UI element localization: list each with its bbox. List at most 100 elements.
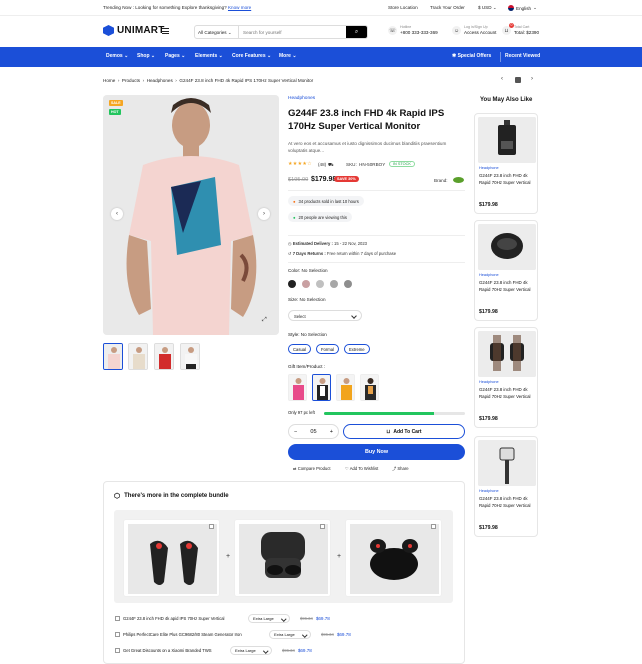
plus-button[interactable]: +: [330, 429, 333, 435]
track-order-link[interactable]: Track Your Order: [430, 5, 465, 10]
prev-product-icon[interactable]: ‹: [501, 76, 503, 82]
gift-item-2[interactable]: [312, 374, 331, 401]
recommended-card-4[interactable]: Headphone G244F 23.8 inch FHD 4k Rapid 7…: [474, 436, 538, 537]
product-category[interactable]: Headphones: [288, 96, 315, 101]
recommended-card-2[interactable]: Headphone G244F 23.8 inch FHD 4k Rapid 7…: [474, 220, 538, 321]
bundle-item-checkbox[interactable]: [431, 524, 436, 529]
buy-now-button[interactable]: Buy Now: [288, 444, 465, 460]
thumb-image: [104, 344, 122, 369]
style-casual-button[interactable]: Casual: [288, 344, 312, 354]
thumbnail-1[interactable]: [103, 343, 123, 370]
grid-icon[interactable]: [515, 77, 521, 83]
fire-icon: ●: [293, 198, 296, 204]
bundle-row-checkbox[interactable]: [115, 647, 120, 653]
add-to-cart-label: Add To Cart: [393, 428, 422, 435]
nav-item-demos[interactable]: Demos ⌄: [106, 53, 128, 59]
size-select[interactable]: Select: [288, 310, 362, 321]
add-to-cart-button[interactable]: ⊔ Add To Cart: [343, 424, 465, 439]
recommended-card-3[interactable]: Headphone G244F 23.8 inch FHD 4k Rapid 7…: [474, 327, 538, 428]
nav-item-more[interactable]: More ⌄: [279, 53, 297, 59]
breadcrumb-headphones[interactable]: Headphones: [147, 78, 173, 83]
sold-badge: ● 34 products sold in last 10 hours: [288, 196, 364, 206]
bundle-item-1[interactable]: [123, 519, 220, 597]
language-select[interactable]: English ⌄: [508, 5, 537, 11]
bundle-title-text: There's more in the complete bundle: [124, 493, 229, 499]
minus-button[interactable]: −: [294, 429, 297, 435]
bundle-row-new-price: $69.78: [336, 631, 351, 637]
next-product-icon[interactable]: ›: [531, 76, 533, 82]
next-image-button[interactable]: ›: [258, 208, 270, 220]
breadcrumb-home[interactable]: Home: [103, 78, 115, 83]
know-more-link[interactable]: Know more: [228, 5, 251, 10]
bundle-row-checkbox[interactable]: [115, 631, 120, 637]
search-category-value: All Categories: [198, 30, 227, 35]
gift-item-1[interactable]: [288, 374, 307, 401]
bundle-item-checkbox[interactable]: [320, 524, 325, 529]
share-label: Share: [397, 466, 409, 471]
search-input[interactable]: [239, 26, 346, 38]
gift-item-4[interactable]: [360, 374, 379, 401]
card-name: G244F 23.8 inch FHD 4k Rapid 70Hz Super …: [479, 280, 531, 292]
account[interactable]: ☺ Log in/Sign Up Access Account: [452, 25, 496, 36]
thumbnail-2[interactable]: [128, 343, 148, 370]
bundle-row-select[interactable]: Extra Large: [248, 613, 290, 623]
thumb-image: [181, 344, 199, 369]
divider: [288, 262, 465, 263]
nav-item-core-features[interactable]: Core Features ⌄: [232, 53, 271, 59]
store-location-link[interactable]: Store Location: [388, 5, 418, 10]
search-button[interactable]: ⌕: [346, 26, 367, 38]
nav-item-elements[interactable]: Elements ⌄: [195, 53, 223, 59]
quantity-stepper: − 05 +: [288, 424, 339, 439]
color-label: Color: No Selection: [288, 268, 328, 273]
logo[interactable]: UNIMART: [103, 25, 165, 36]
bundle-row-select[interactable]: Extra Large: [269, 629, 311, 639]
special-offers-link[interactable]: ✱ Special Offers: [452, 53, 491, 59]
share-link[interactable]: ⤴ Share: [392, 466, 409, 472]
hotline[interactable]: ☏ Hotline +800 333-333-369: [388, 25, 438, 36]
nav-item-pages[interactable]: Pages ⌄: [165, 53, 185, 59]
tag-icon: ✱: [452, 53, 457, 59]
stock-left-text: Only 97 pc left: [288, 410, 315, 415]
sale-tag: SALE: [109, 100, 123, 106]
bundle-item-3[interactable]: [345, 519, 442, 597]
color-swatch[interactable]: [302, 280, 310, 288]
expand-icon[interactable]: ⤢: [262, 317, 270, 325]
style-formal-button[interactable]: Formal: [316, 344, 340, 354]
recommended-card-1[interactable]: Headphone G244F 23.8 inch FHD 4k Rapid 7…: [474, 113, 538, 214]
prev-image-button[interactable]: ‹: [111, 208, 123, 220]
compare-link[interactable]: ⇄ Compare Product: [293, 466, 331, 471]
thumbnail-4[interactable]: [180, 343, 200, 370]
nav-item-shop[interactable]: Shop ⌄: [137, 53, 155, 59]
bundle-item-2[interactable]: [234, 519, 331, 597]
bundle-row: Philips PerfectCare Elite Plus GC9682/80…: [115, 628, 351, 640]
quantity-value[interactable]: 05: [310, 429, 316, 435]
search-bar: All Categories ⌄ ⌕: [194, 25, 368, 39]
color-swatch[interactable]: [316, 280, 324, 288]
color-swatch[interactable]: [344, 280, 352, 288]
style-value: No Selection: [300, 332, 327, 337]
recent-viewed-link[interactable]: Recent Viewed: [505, 53, 540, 59]
hotline-value: +800 333-333-369: [400, 30, 438, 35]
model-tshirt-image: [103, 95, 279, 335]
wishlist-link[interactable]: ♡ Add To Wishlist: [345, 466, 378, 471]
color-swatch[interactable]: [288, 280, 296, 288]
card-category: Headphone: [479, 489, 499, 493]
currency-select[interactable]: $ USD ⌄: [478, 5, 497, 11]
top-bar: Trending Now : Looking for something Exp…: [0, 0, 642, 16]
trending-text: Trending Now : Looking for something Exp…: [103, 5, 251, 10]
cart-icon: ⊔ 0: [502, 23, 514, 35]
search-category-select[interactable]: All Categories ⌄: [195, 26, 239, 38]
cart[interactable]: ⊔ 0 Total Cart Total: $2390: [502, 23, 539, 36]
bundle-item-checkbox[interactable]: [209, 524, 214, 529]
style-extreme-button[interactable]: Extreme: [344, 344, 370, 354]
gift-item-3[interactable]: [336, 374, 355, 401]
thumbnail-3[interactable]: [154, 343, 174, 370]
bundle-row-checkbox[interactable]: [115, 615, 120, 621]
compare-label: Compare Product: [297, 466, 331, 471]
menu-icon[interactable]: [162, 28, 169, 34]
breadcrumb-products[interactable]: Products: [122, 78, 140, 83]
color-swatch[interactable]: [330, 280, 338, 288]
bundle-row-select[interactable]: Extra Large: [230, 645, 272, 655]
brand-logo[interactable]: [453, 177, 464, 183]
breadcrumb-current: G244F 23.8 inch FHD 4k Rapid IPS 170Hz S…: [179, 78, 314, 83]
